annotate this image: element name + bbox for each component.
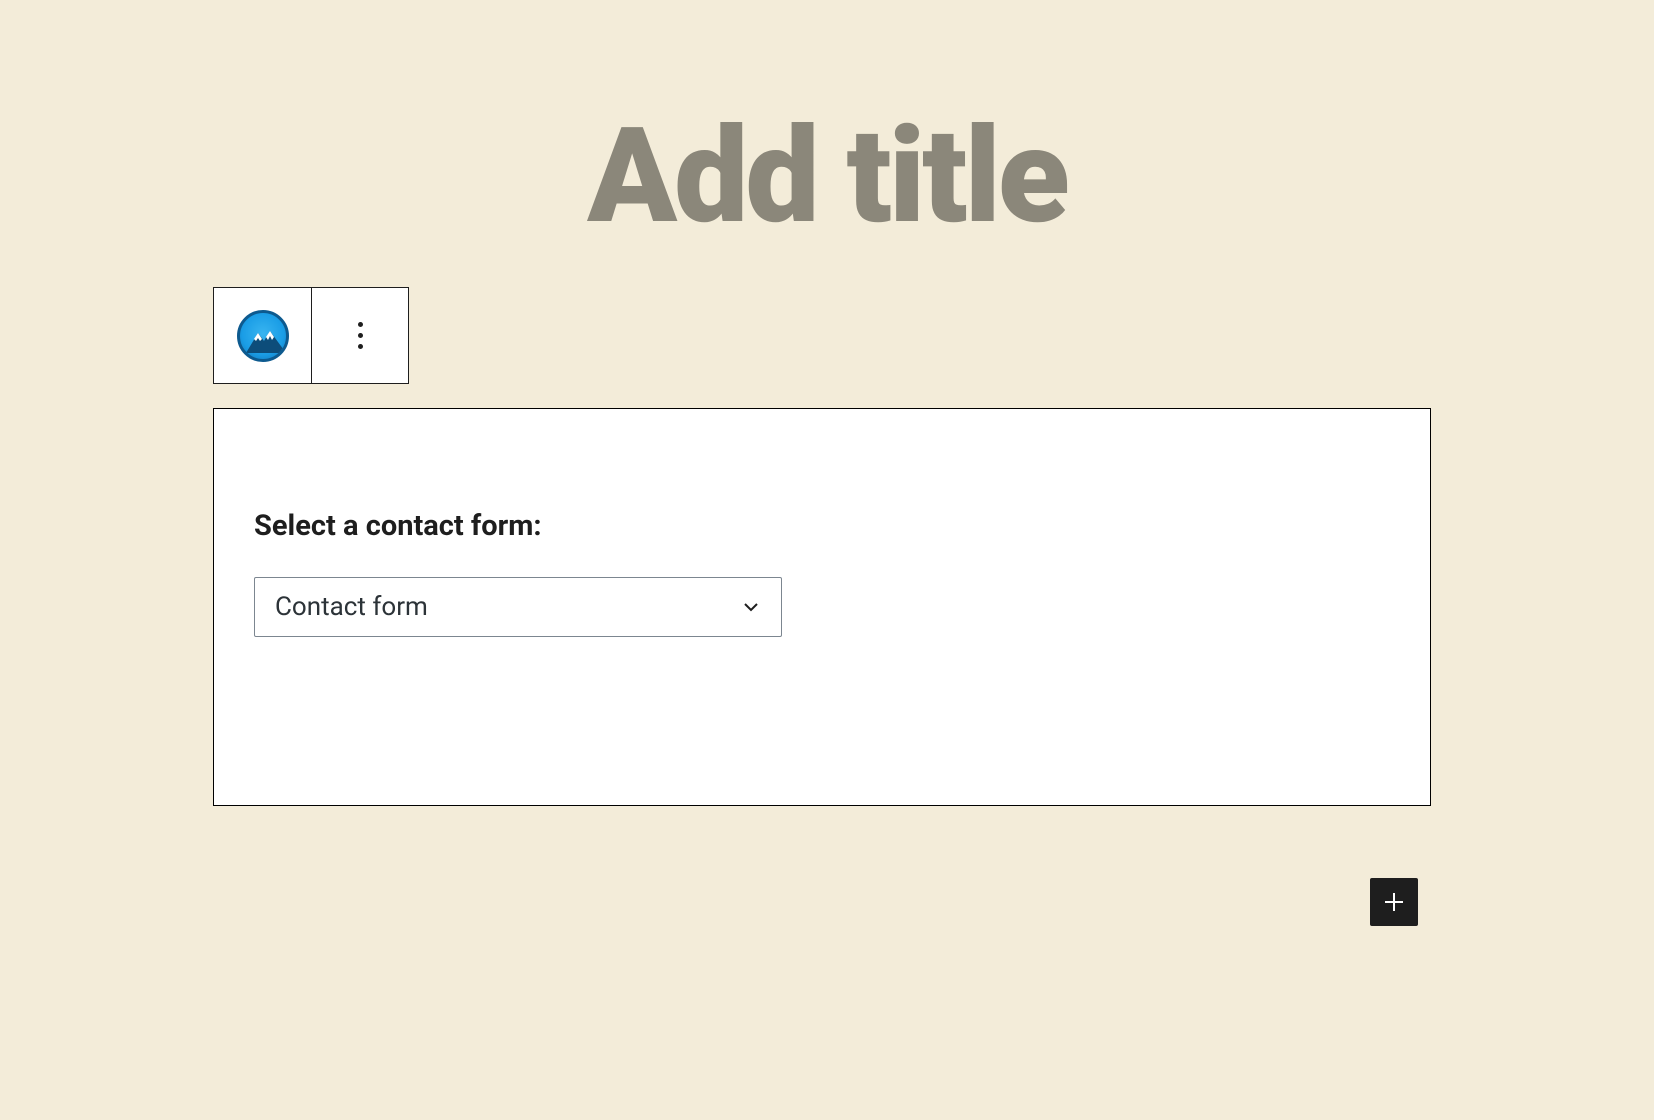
mountain-icon xyxy=(237,310,289,362)
chevron-down-icon xyxy=(741,597,761,617)
block-toolbar xyxy=(213,287,409,384)
plus-icon xyxy=(1380,888,1408,916)
contact-form-block: Select a contact form: Contact form xyxy=(213,408,1431,806)
contact-form-select[interactable]: Contact form xyxy=(254,577,782,637)
add-block-button[interactable] xyxy=(1370,878,1418,926)
block-type-button[interactable] xyxy=(214,288,311,383)
more-vertical-icon xyxy=(358,322,363,349)
block-label: Select a contact form: xyxy=(254,509,1390,543)
more-options-button[interactable] xyxy=(311,288,408,383)
select-value: Contact form xyxy=(275,592,741,622)
title-input[interactable] xyxy=(327,100,1327,254)
